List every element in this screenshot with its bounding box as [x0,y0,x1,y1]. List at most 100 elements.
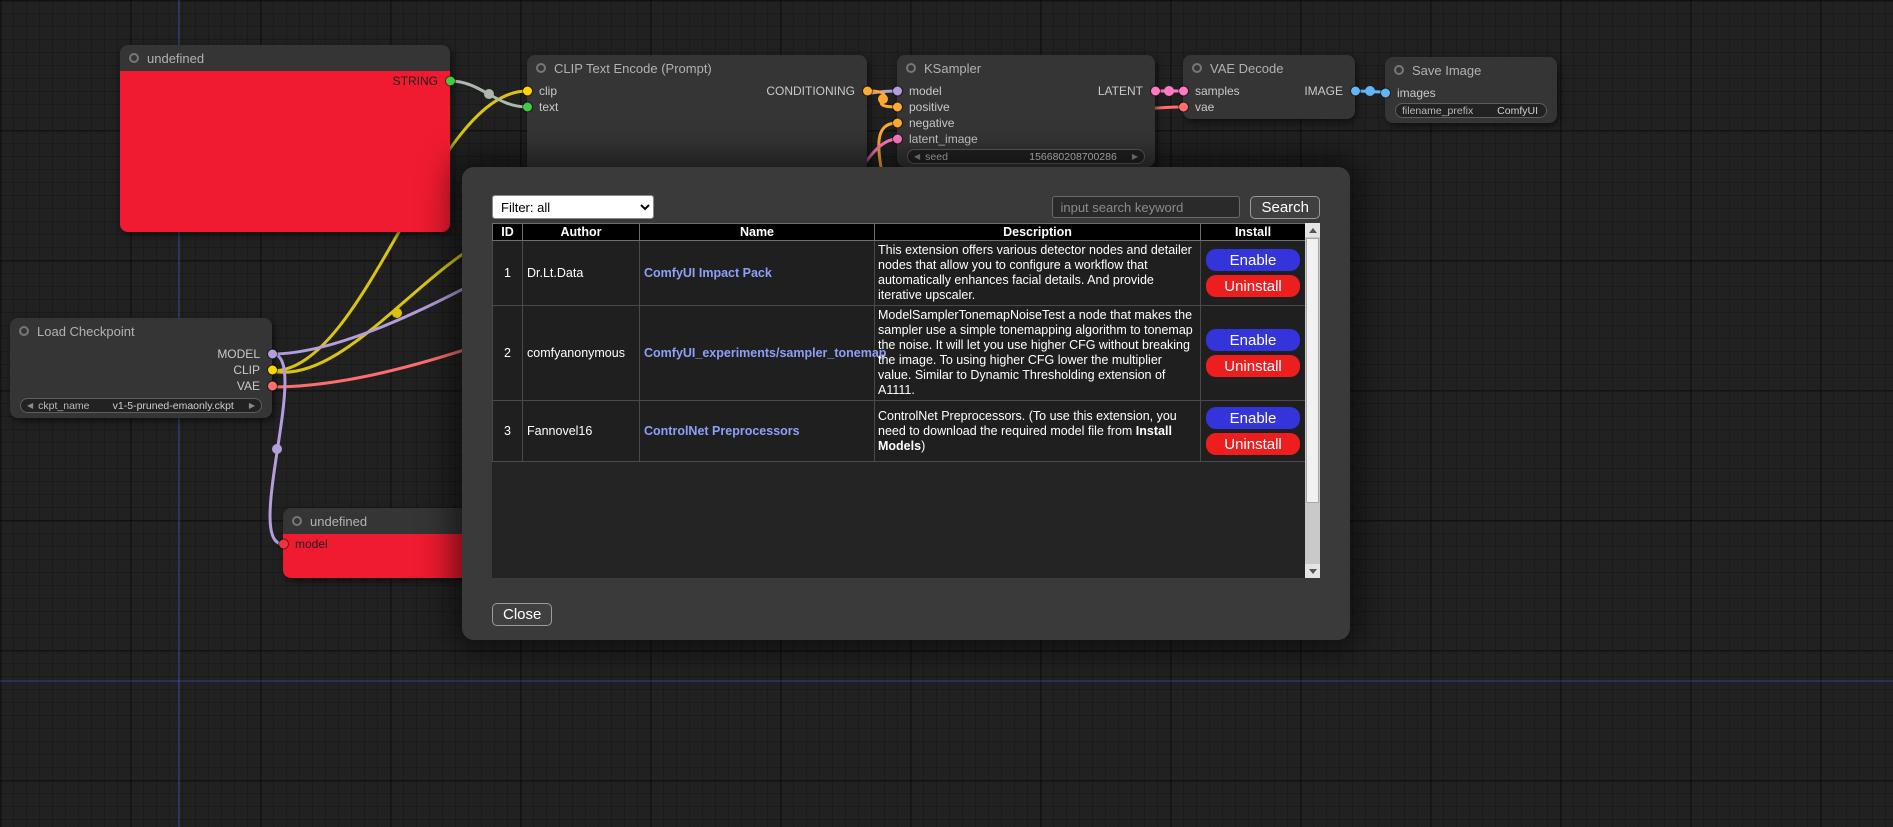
node-title: KSampler [924,61,981,76]
slot-row: latent_image [897,131,1155,147]
node-title: undefined [147,51,204,66]
node-clip-text-encode[interactable]: CLIP Text Encode (Prompt) clip CONDITION… [527,55,867,173]
collapse-dot[interactable] [536,63,546,73]
author-cell: Fannovel16 [523,401,640,462]
collapse-dot[interactable] [1394,65,1404,75]
filter-select[interactable]: Filter: all [492,195,654,219]
slot-row: text [527,99,867,115]
slot-row: MODEL [10,346,272,362]
image-output-pin[interactable] [1351,87,1360,96]
widget-increment-icon[interactable]: ▶ [1132,153,1138,161]
enable-button[interactable]: Enable [1206,249,1300,271]
slot-row: samples IMAGE [1183,83,1355,99]
output-slot-string: STRING [120,73,450,89]
node-vae-decode[interactable]: VAE Decode samples IMAGE vae [1183,55,1355,119]
scrollbar-thumb[interactable] [1306,238,1319,503]
collapse-dot[interactable] [19,326,29,336]
node-header[interactable]: VAE Decode [1183,55,1355,81]
clip-input-pin[interactable] [523,87,532,96]
table-header-row: ID Author Name Description Install [493,224,1306,241]
filename-prefix-widget[interactable]: filename_prefix ComfyUI [1395,103,1547,118]
samples-input-pin[interactable] [1179,87,1188,96]
node-title: Load Checkpoint [37,324,135,339]
positive-input-pin[interactable] [893,103,902,112]
search-input[interactable] [1052,196,1240,218]
enable-button[interactable]: Enable [1206,407,1300,429]
dialog-toolbar: Filter: all Search [492,195,1320,219]
collapse-dot[interactable] [906,63,916,73]
extension-manager-dialog: Filter: all Search ID Author Name De [462,167,1350,640]
extension-link[interactable]: ControlNet Preprocessors [644,424,800,438]
text-input-pin[interactable] [523,103,532,112]
seed-widget[interactable]: ◀ seed 156680208700286 ▶ [907,149,1145,164]
node-save-image[interactable]: Save Image images filename_prefix ComfyU… [1385,57,1557,123]
conditioning-output-pin[interactable] [863,87,872,96]
node-header[interactable]: CLIP Text Encode (Prompt) [527,55,867,81]
extension-row: 1 Dr.Lt.Data ComfyUI Impact Pack This ex… [493,241,1306,306]
model-input-pin[interactable] [893,87,902,96]
node-header[interactable]: Load Checkpoint [10,318,272,344]
model-input-pin[interactable] [279,540,288,549]
node-title: Save Image [1412,63,1481,78]
node-ksampler[interactable]: KSampler model LATENT positive negative … [897,55,1155,167]
link-dot-latent[interactable] [1164,86,1174,96]
node-undefined-bottom[interactable]: undefined model [283,508,479,578]
uninstall-button[interactable]: Uninstall [1206,433,1300,455]
negative-input-pin[interactable] [893,119,902,128]
collapse-dot[interactable] [129,53,139,63]
node-undefined-top[interactable]: undefined STRING [120,45,450,232]
close-button[interactable]: Close [492,603,552,626]
node-header[interactable]: KSampler [897,55,1155,81]
slot-row: model LATENT [897,83,1155,99]
collapse-dot[interactable] [1192,63,1202,73]
slot-row: CLIP [10,362,272,378]
slot-row: negative [897,115,1155,131]
scrollbar-down-icon[interactable] [1305,564,1320,578]
node-header[interactable]: Save Image [1385,57,1557,83]
latent-output-pin[interactable] [1151,87,1160,96]
node-title: VAE Decode [1210,61,1283,76]
enable-button[interactable]: Enable [1206,329,1300,351]
widget-prev-icon[interactable]: ◀ [27,402,33,410]
node-canvas[interactable]: undefined STRING CLIP Text Encode (Promp… [0,0,1893,827]
clip-output-pin[interactable] [268,366,277,375]
widget-next-icon[interactable]: ▶ [249,402,255,410]
uninstall-button[interactable]: Uninstall [1206,355,1300,377]
table-scrollbar[interactable] [1305,223,1320,578]
widget-decrement-icon[interactable]: ◀ [914,153,920,161]
author-cell: comfyanonymous [523,306,640,401]
link-dot-model[interactable] [272,444,282,454]
model-output-pin[interactable] [268,350,277,359]
ckpt-name-widget[interactable]: ◀ ckpt_name v1-5-pruned-emaonly.ckpt ▶ [20,398,262,413]
latent-image-input-pin[interactable] [893,135,902,144]
extension-row: 3 Fannovel16 ControlNet Preprocessors Co… [493,401,1306,462]
slot-row: model [283,536,479,552]
error-node-body: STRING [120,71,450,232]
scrollbar-up-icon[interactable] [1305,223,1320,237]
images-input-pin[interactable] [1381,89,1390,98]
vae-input-pin[interactable] [1179,103,1188,112]
extension-link[interactable]: ComfyUI Impact Pack [644,266,772,280]
extension-table: ID Author Name Description Install 1 Dr.… [492,223,1306,462]
vae-output-pin[interactable] [268,382,277,391]
author-cell: Dr.Lt.Data [523,241,640,306]
error-node-body: model [283,534,479,578]
link-dot-conditioning[interactable] [878,94,888,104]
slot-row: clip CONDITIONING [527,83,867,99]
extension-link[interactable]: ComfyUI_experiments/sampler_tonemap [644,346,886,360]
node-load-checkpoint[interactable]: Load Checkpoint MODEL CLIP VAE ◀ ckpt_na… [10,318,272,418]
string-output-pin[interactable] [446,77,455,86]
link-dot-clip[interactable] [392,308,402,318]
node-title: CLIP Text Encode (Prompt) [554,61,712,76]
uninstall-button[interactable]: Uninstall [1206,275,1300,297]
search-button[interactable]: Search [1250,196,1320,219]
link-dot-string[interactable] [484,89,494,99]
slot-row: positive [897,99,1155,115]
node-header[interactable]: undefined [120,45,450,71]
collapse-dot[interactable] [292,516,302,526]
link-dot-image[interactable] [1365,86,1375,96]
extension-row: 2 comfyanonymous ComfyUI_experiments/sam… [493,306,1306,401]
slot-row: vae [1183,99,1355,115]
slot-row: VAE [10,378,272,394]
node-header[interactable]: undefined [283,508,479,534]
